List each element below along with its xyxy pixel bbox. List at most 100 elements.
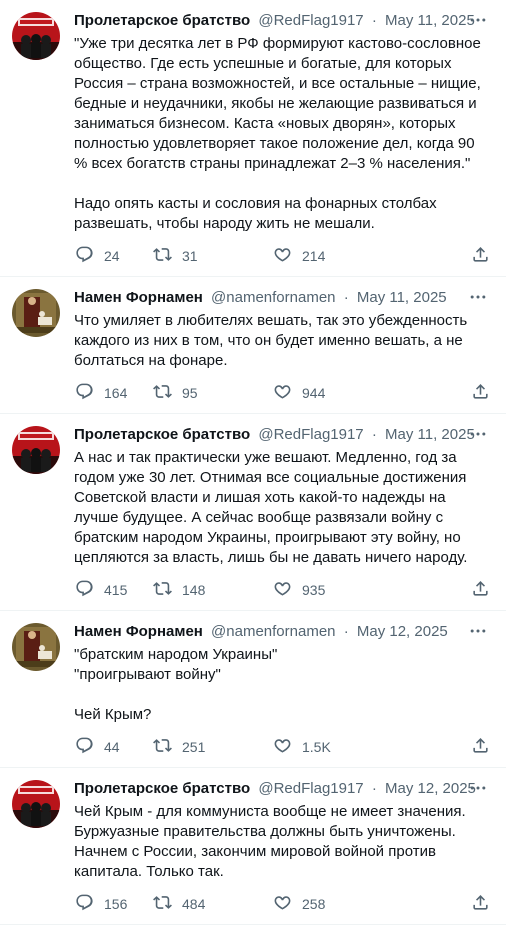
reply-count: 156: [104, 896, 128, 912]
share-icon: [471, 736, 490, 758]
tweet-actions: 415 148 935: [74, 580, 492, 610]
reply-button[interactable]: 164: [75, 382, 153, 404]
retweet-button[interactable]: 148: [153, 579, 273, 601]
reply-icon: [75, 736, 94, 758]
share-button[interactable]: [471, 736, 490, 758]
retweet-icon: [153, 893, 172, 915]
tweet-date[interactable]: May 11, 2025: [357, 289, 447, 306]
heart-icon: [273, 893, 292, 915]
tweet-date[interactable]: May 11, 2025: [385, 12, 475, 29]
share-icon: [471, 245, 490, 267]
share-button[interactable]: [471, 579, 490, 601]
author-name[interactable]: Намен Форнамен: [74, 623, 203, 640]
like-count: 258: [302, 896, 326, 912]
retweet-count: 148: [182, 582, 206, 598]
reply-button[interactable]: 24: [75, 245, 153, 267]
reply-button[interactable]: 156: [75, 893, 153, 915]
tweet-actions: 164 95 944: [74, 383, 492, 413]
retweet-count: 251: [182, 739, 206, 755]
share-icon: [471, 382, 490, 404]
tweet-text: Что умиляет в любителях вешать, так это …: [74, 312, 468, 369]
reply-icon: [75, 245, 94, 267]
author-handle[interactable]: @namenfornamen: [211, 623, 335, 640]
tweet[interactable]: Намен Форнамен @namenfornamen · May 12, …: [0, 611, 506, 767]
like-button[interactable]: 214: [273, 245, 411, 267]
reply-icon: [75, 893, 94, 915]
more-options-icon[interactable]: [468, 424, 488, 444]
retweet-icon: [153, 382, 172, 404]
reply-count: 44: [104, 739, 120, 755]
share-button[interactable]: [471, 245, 490, 267]
tweet-date[interactable]: May 12, 2025: [385, 780, 476, 797]
retweet-icon: [153, 245, 172, 267]
tweet-actions: 44 251 1.5K: [74, 737, 492, 767]
retweet-count: 95: [182, 385, 198, 401]
tweet[interactable]: Пролетарское братство @RedFlag1917 · May…: [0, 0, 506, 276]
tweet-header: Намен Форнамен @namenfornamen · May 12, …: [74, 611, 492, 643]
painting-avatar[interactable]: [12, 289, 60, 337]
tweet-date[interactable]: May 11, 2025: [385, 426, 475, 443]
red-flag-avatar[interactable]: [12, 12, 60, 60]
share-icon: [471, 893, 490, 915]
reply-count: 164: [104, 385, 128, 401]
reply-count: 24: [104, 248, 120, 264]
tweet-text: "братским народом Украины" "проигрывают …: [74, 646, 278, 723]
heart-icon: [273, 245, 292, 267]
author-handle[interactable]: @namenfornamen: [211, 289, 335, 306]
tweet[interactable]: Пролетарское братство @RedFlag1917 · May…: [0, 768, 506, 924]
tweet-date[interactable]: May 12, 2025: [357, 623, 448, 640]
author-handle[interactable]: @RedFlag1917: [258, 426, 363, 443]
like-button[interactable]: 944: [273, 382, 411, 404]
separator: ·: [343, 289, 349, 306]
like-count: 935: [302, 582, 326, 598]
red-flag-avatar[interactable]: [12, 780, 60, 828]
like-button[interactable]: 258: [273, 893, 411, 915]
retweet-button[interactable]: 251: [153, 736, 273, 758]
separator: ·: [343, 623, 349, 640]
separator: ·: [371, 780, 377, 797]
retweet-button[interactable]: 484: [153, 893, 273, 915]
like-button[interactable]: 1.5K: [273, 736, 411, 758]
heart-icon: [273, 736, 292, 758]
share-button[interactable]: [471, 382, 490, 404]
share-button[interactable]: [471, 893, 490, 915]
retweet-button[interactable]: 31: [153, 245, 273, 267]
more-options-icon[interactable]: [468, 10, 488, 30]
tweet-header: Пролетарское братство @RedFlag1917 · May…: [74, 414, 492, 446]
reply-icon: [75, 579, 94, 601]
tweet-actions: 24 31 214: [74, 246, 492, 276]
more-options-icon[interactable]: [468, 778, 488, 798]
retweet-count: 31: [182, 248, 198, 264]
heart-icon: [273, 382, 292, 404]
reply-button[interactable]: 44: [75, 736, 153, 758]
painting-avatar[interactable]: [12, 623, 60, 671]
author-name[interactable]: Пролетарское братство: [74, 426, 250, 443]
separator: ·: [371, 12, 377, 29]
retweet-count: 484: [182, 896, 206, 912]
more-options-icon[interactable]: [468, 287, 488, 307]
author-handle[interactable]: @RedFlag1917: [258, 780, 363, 797]
author-name[interactable]: Намен Форнамен: [74, 289, 203, 306]
retweet-button[interactable]: 95: [153, 382, 273, 404]
tweet[interactable]: Намен Форнамен @namenfornamen · May 11, …: [0, 277, 506, 413]
share-icon: [471, 579, 490, 601]
red-flag-avatar[interactable]: [12, 426, 60, 474]
tweet-thread: Пролетарское братство @RedFlag1917 · May…: [0, 0, 506, 925]
reply-count: 415: [104, 582, 128, 598]
tweet-text: А нас и так практически уже вешают. Медл…: [74, 449, 468, 566]
tweet-header: Пролетарское братство @RedFlag1917 · May…: [74, 0, 492, 32]
author-handle[interactable]: @RedFlag1917: [258, 12, 363, 29]
separator: ·: [371, 426, 377, 443]
more-options-icon[interactable]: [468, 621, 488, 641]
author-name[interactable]: Пролетарское братство: [74, 12, 250, 29]
retweet-icon: [153, 579, 172, 601]
author-name[interactable]: Пролетарское братство: [74, 780, 250, 797]
tweet-text: "Уже три десятка лет в РФ формируют каст…: [74, 35, 481, 232]
like-count: 944: [302, 385, 326, 401]
reply-icon: [75, 382, 94, 404]
tweet-header: Пролетарское братство @RedFlag1917 · May…: [74, 768, 492, 800]
like-button[interactable]: 935: [273, 579, 411, 601]
like-count: 1.5K: [302, 739, 331, 755]
tweet[interactable]: Пролетарское братство @RedFlag1917 · May…: [0, 414, 506, 610]
reply-button[interactable]: 415: [75, 579, 153, 601]
